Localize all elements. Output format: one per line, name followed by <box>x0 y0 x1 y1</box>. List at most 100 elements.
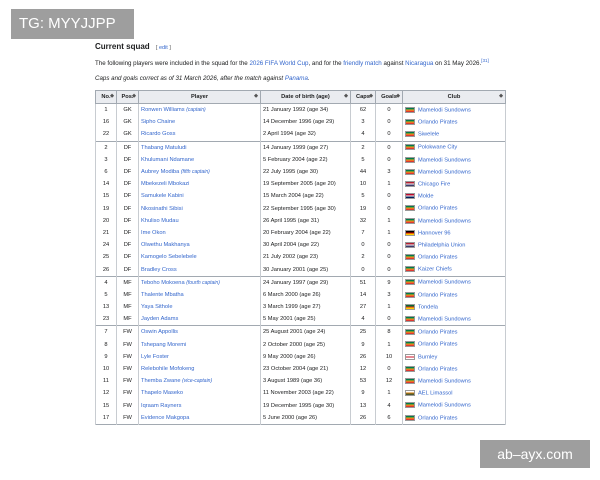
player-link[interactable]: Relebohile Mofokeng <box>141 366 194 372</box>
player-link[interactable]: Themba Zwane <box>141 378 181 384</box>
edit-link[interactable]: edit <box>159 45 168 51</box>
col-header-goals[interactable]: Goals ◆ <box>375 90 403 104</box>
club-link[interactable]: Mamelodi Sundowns <box>418 317 471 323</box>
club-link[interactable]: Molde <box>418 194 434 200</box>
player-link[interactable]: Sipho Chaine <box>141 119 175 125</box>
player-link[interactable]: Bradley Cross <box>141 267 177 273</box>
club-link[interactable]: Mamelodi Sundowns <box>418 280 471 286</box>
world-cup-link[interactable]: 2026 FIFA World Cup <box>249 60 308 67</box>
goals: 3 <box>375 288 403 301</box>
player-link[interactable]: Thalente Mbatha <box>141 292 184 298</box>
player-link[interactable]: Ime Okon <box>141 230 166 236</box>
player-link[interactable]: Thapelo Maseko <box>141 390 183 396</box>
club-link[interactable]: Hannover 96 <box>418 230 451 236</box>
friendly-match-link[interactable]: friendly match <box>343 60 382 67</box>
player-link[interactable]: Ronwen Williams <box>141 107 185 113</box>
player-cell: Khulumani Ndamane <box>138 153 261 166</box>
player-link[interactable]: Samukele Kabini <box>141 193 184 199</box>
player-link[interactable]: Tshepang Moremi <box>141 342 186 348</box>
player-link[interactable]: Iqraam Rayners <box>141 403 181 409</box>
table-row: 1 GK Ronwen Williams (captain) 21 January 1… <box>95 103 506 117</box>
col-header-player[interactable]: Player ◆ <box>138 90 261 104</box>
club-cell: Kaizer Chiefs <box>402 263 506 277</box>
col-header-pos[interactable]: Pos. ◆ <box>116 90 139 104</box>
club-link[interactable]: Mamelodi Sundowns <box>418 378 471 384</box>
date-of-birth: 14 December 1996 (age 29) <box>260 116 351 129</box>
caps: 26 <box>350 411 376 425</box>
reference-link[interactable]: [31] <box>481 58 489 63</box>
club-cell: Orlando Pirates <box>402 116 506 129</box>
caps: 12 <box>350 362 376 376</box>
col-header-no[interactable]: No. ◆ <box>95 90 117 104</box>
watermark: ab–ayx.com <box>480 440 590 468</box>
club-cell: Orlando Pirates <box>402 288 506 301</box>
col-header-caps[interactable]: Caps ◆ <box>350 90 376 104</box>
club-link[interactable]: Mamelodi Sundowns <box>418 169 471 175</box>
club-cell: Orlando Pirates <box>402 338 506 351</box>
player-link[interactable]: Aubrey Modiba <box>141 169 179 175</box>
club-link[interactable]: Polokwane City <box>418 145 457 151</box>
player-role: (fifth captain) <box>180 169 210 176</box>
player-link[interactable]: Thabang Matuludi <box>141 145 187 151</box>
table-row: 12 FW Thapelo Maseko 11 November 2003 (age… <box>95 387 506 400</box>
club-link[interactable]: Tondela <box>418 304 438 310</box>
club-link[interactable]: Orlando Pirates <box>418 292 458 298</box>
flag-icon <box>405 402 415 409</box>
player-link[interactable]: Khulumani Ndamane <box>141 157 194 163</box>
club-cell: Mamelodi Sundowns <box>402 399 506 412</box>
nicaragua-link[interactable]: Nicaragua <box>405 60 433 67</box>
club-link[interactable]: Orlando Pirates <box>418 342 458 348</box>
caps: 13 <box>350 399 376 412</box>
club-link[interactable]: Mamelodi Sundowns <box>418 107 471 113</box>
player-link[interactable]: Mbekezeli Mbokazi <box>141 181 189 187</box>
date-of-birth: 15 March 2004 (age 22) <box>260 190 351 203</box>
club-link[interactable]: Siwelele <box>418 132 439 138</box>
shirt-number: 24 <box>95 239 117 252</box>
club-link[interactable]: Orlando Pirates <box>418 120 458 126</box>
shirt-number: 9 <box>95 350 117 363</box>
club-link[interactable]: Orlando Pirates <box>418 366 458 372</box>
club-link[interactable]: Orlando Pirates <box>418 415 458 421</box>
shirt-number: 20 <box>95 214 117 227</box>
table-row: 17 FW Evidence Makgopa 5 June 2000 (age 26… <box>95 411 506 425</box>
club-link[interactable]: Mamelodi Sundowns <box>418 218 471 224</box>
panama-link[interactable]: Panama <box>285 75 308 82</box>
player-link[interactable]: Jayden Adams <box>141 316 178 322</box>
club-link[interactable]: Chicago Fire <box>418 181 450 187</box>
club-link[interactable]: Orlando Pirates <box>418 255 458 261</box>
player-link[interactable]: Lyle Foster <box>141 354 169 360</box>
col-header-dob[interactable]: Date of birth (age) ◆ <box>260 90 351 104</box>
club-link[interactable]: Mamelodi Sundowns <box>418 403 471 409</box>
position: DF <box>116 140 139 154</box>
club-link[interactable]: Orlando Pirates <box>418 206 458 212</box>
club-link[interactable]: Kaizer Chiefs <box>418 267 452 273</box>
flag-icon <box>405 217 415 224</box>
date-of-birth: 23 October 2004 (age 21) <box>260 362 351 376</box>
shirt-number: 16 <box>95 116 117 129</box>
shirt-number: 15 <box>95 399 117 412</box>
goals: 12 <box>375 375 403 388</box>
player-link[interactable]: Evidence Makgopa <box>141 415 189 421</box>
flag-icon <box>405 303 415 310</box>
player-link[interactable]: Kamogelo Sebelebele <box>141 254 197 260</box>
date-of-birth: 19 December 1995 (age 30) <box>260 399 351 412</box>
club-cell: Orlando Pirates <box>402 251 506 264</box>
col-header-club[interactable]: Club ◆ <box>402 90 506 104</box>
player-link[interactable]: Khuliso Mudau <box>141 218 179 224</box>
player-link[interactable]: Nkosinathi Sibisi <box>141 206 183 212</box>
club-link[interactable]: Burnley <box>418 354 437 360</box>
flag-icon <box>405 266 415 273</box>
player-link[interactable]: Yaya Sithole <box>141 304 173 310</box>
player-link[interactable]: Olwethu Makhanya <box>141 242 190 248</box>
club-link[interactable]: AEL Limassol <box>418 391 453 397</box>
player-link[interactable]: Oswin Appollis <box>141 329 178 335</box>
club-link[interactable]: Orlando Pirates <box>418 330 458 336</box>
club-link[interactable]: Mamelodi Sundowns <box>418 157 471 163</box>
player-link[interactable]: Ricardo Goss <box>141 131 175 137</box>
caps: 7 <box>350 226 376 240</box>
club-link[interactable]: Philadelphia Union <box>418 242 465 248</box>
caps: 62 <box>350 103 376 117</box>
goals: 4 <box>375 399 403 412</box>
goals: 8 <box>375 325 403 339</box>
player-link[interactable]: Teboho Mokoena <box>141 280 185 286</box>
